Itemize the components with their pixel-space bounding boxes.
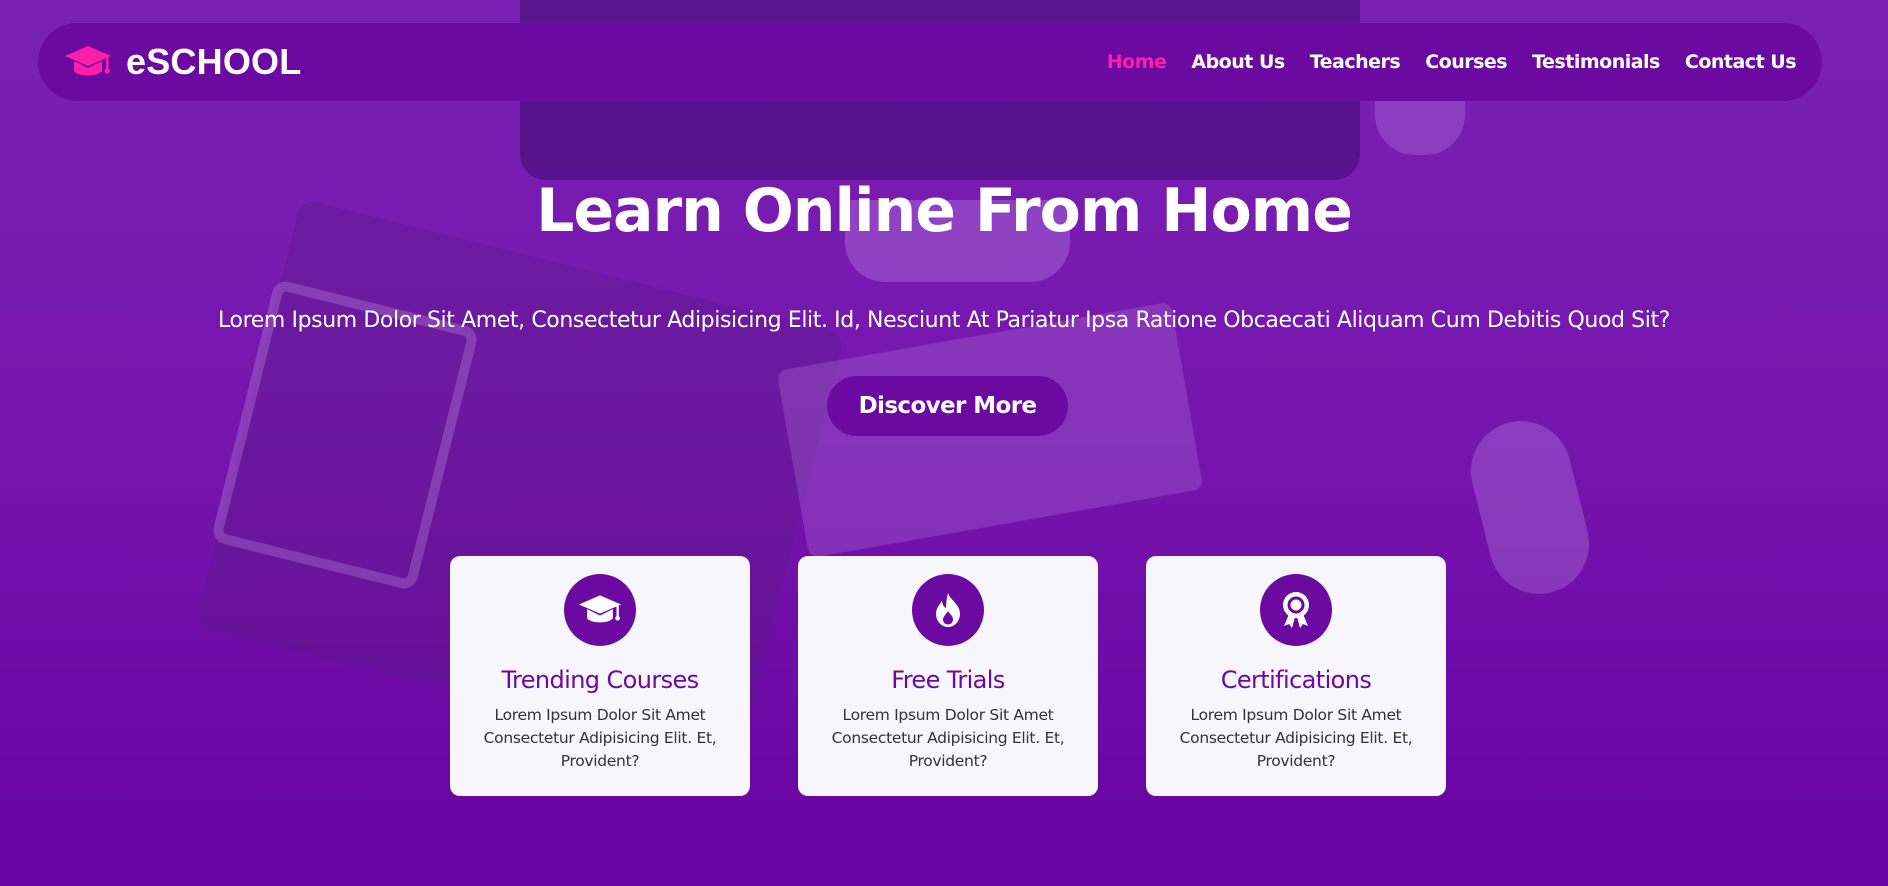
discover-more-button[interactable]: Discover More [827, 376, 1068, 436]
feature-title: Free Trials [891, 666, 1005, 694]
graduation-cap-icon [564, 574, 636, 646]
feature-cards: Trending Courses Lorem Ipsum Dolor Sit A… [450, 556, 1446, 796]
award-icon [1260, 574, 1332, 646]
nav-link-courses[interactable]: Courses [1425, 51, 1507, 73]
nav-links: Home About Us Teachers Courses Testimoni… [1107, 51, 1797, 73]
feature-card-certifications: Certifications Lorem Ipsum Dolor Sit Ame… [1146, 556, 1446, 796]
hero-section: eSCHOOL Home About Us Teachers Courses T… [0, 0, 1888, 886]
navbar: eSCHOOL Home About Us Teachers Courses T… [38, 23, 1822, 101]
feature-title: Certifications [1220, 666, 1372, 694]
fire-icon [912, 574, 984, 646]
nav-link-contact-us[interactable]: Contact Us [1685, 51, 1797, 73]
feature-card-trending-courses: Trending Courses Lorem Ipsum Dolor Sit A… [450, 556, 750, 796]
graduation-cap-icon [64, 44, 112, 80]
nav-link-teachers[interactable]: Teachers [1310, 51, 1401, 73]
feature-description: Lorem Ipsum Dolor Sit Amet Consectetur A… [1179, 706, 1413, 770]
nav-link-about-us[interactable]: About Us [1191, 51, 1285, 73]
feature-description: Lorem Ipsum Dolor Sit Amet Consectetur A… [483, 706, 717, 770]
brand-name: eSCHOOL [126, 41, 302, 82]
nav-link-testimonials[interactable]: Testimonials [1532, 51, 1660, 73]
background-mouse-shape [1460, 410, 1600, 605]
feature-description: Lorem Ipsum Dolor Sit Amet Consectetur A… [831, 706, 1065, 770]
brand-logo[interactable]: eSCHOOL [64, 41, 301, 83]
feature-title: Trending Courses [501, 666, 699, 694]
hero-title: Learn Online From Home [536, 176, 1353, 246]
nav-link-home[interactable]: Home [1107, 51, 1167, 73]
feature-card-free-trials: Free Trials Lorem Ipsum Dolor Sit Amet C… [798, 556, 1098, 796]
hero-subtitle: Lorem Ipsum Dolor Sit Amet, Consectetur … [218, 308, 1670, 333]
